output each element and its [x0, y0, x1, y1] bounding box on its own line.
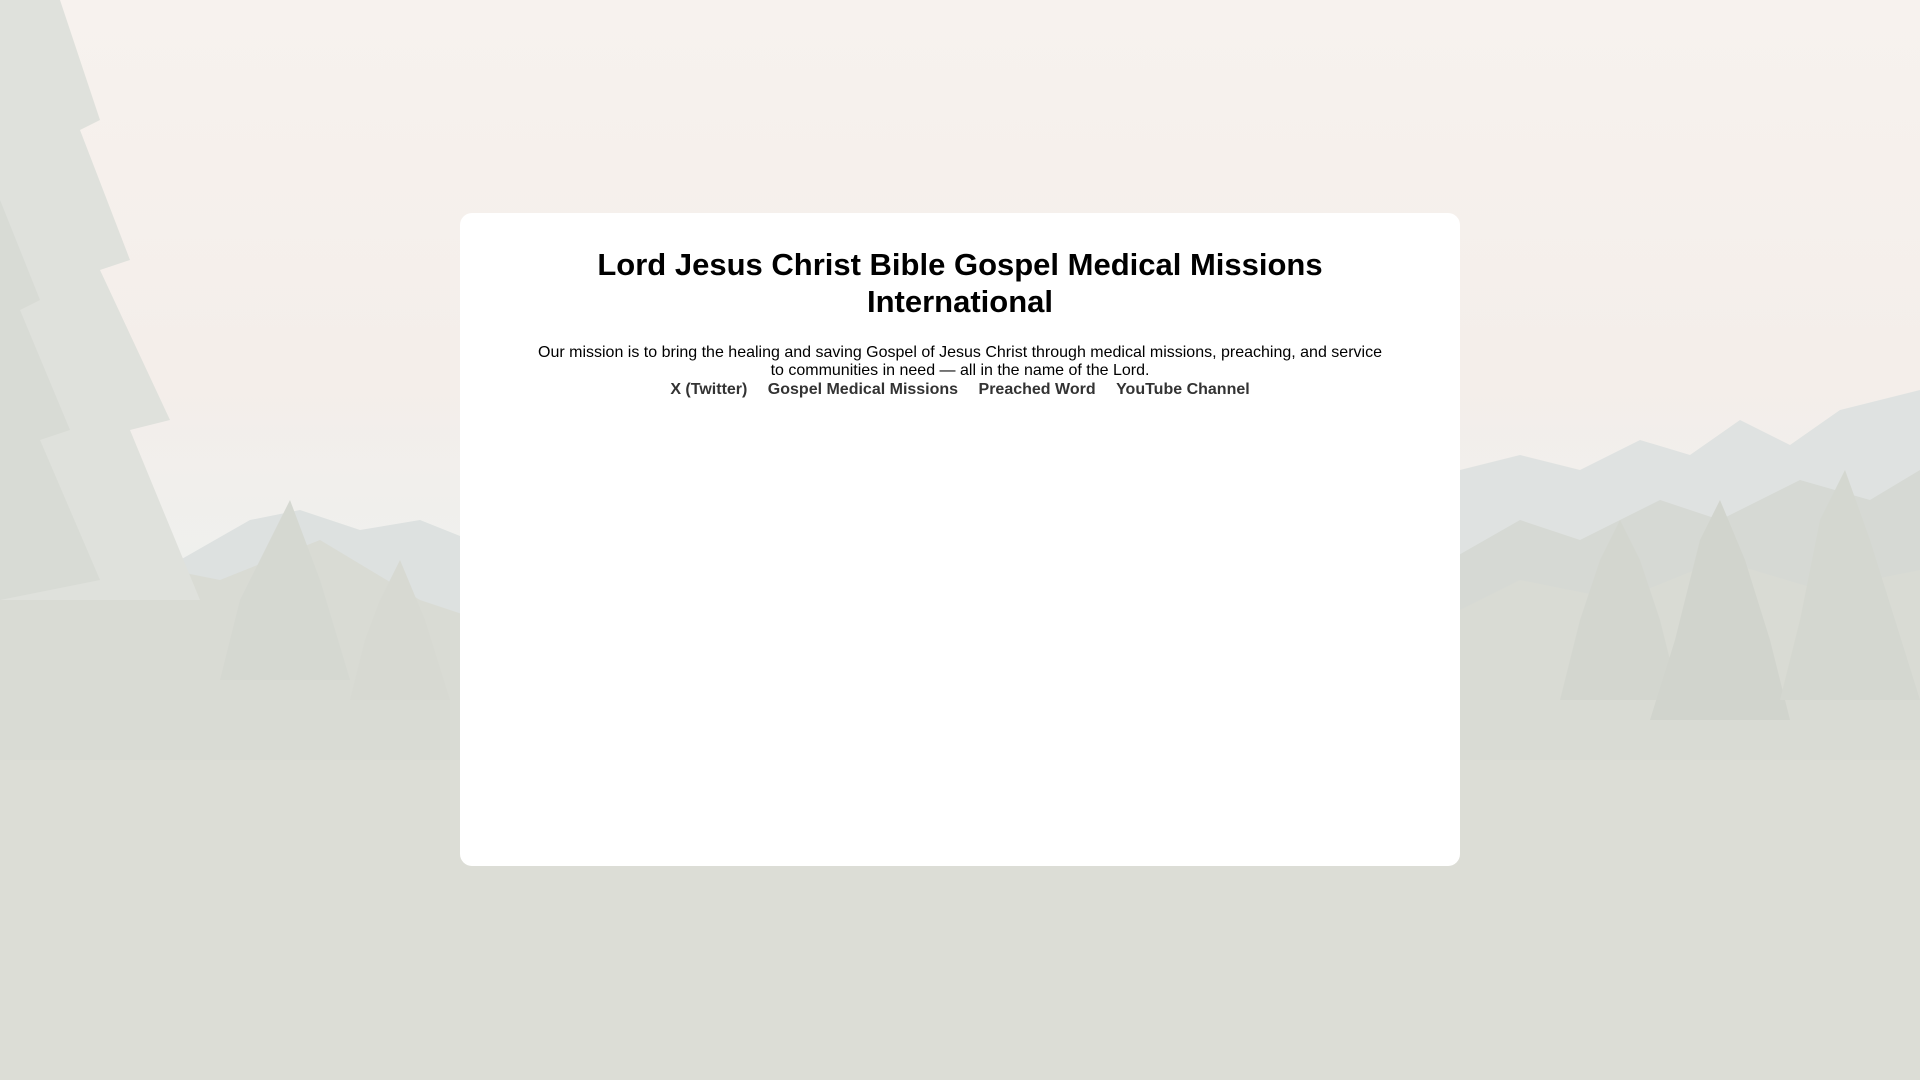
content-card: Lord Jesus Christ Bible Gospel Medical M…: [460, 213, 1460, 866]
page: Lord Jesus Christ Bible Gospel Medical M…: [0, 0, 1920, 1080]
page-title: Lord Jesus Christ Bible Gospel Medical M…: [597, 247, 1323, 319]
mission-statement: Our mission is to bring the healing and …: [538, 344, 1382, 379]
youtube-channel-link[interactable]: YouTube Channel: [1116, 381, 1250, 398]
gospel-medical-missions-link[interactable]: Gospel Medical Missions: [768, 381, 958, 398]
preached-word-link[interactable]: Preached Word: [979, 381, 1096, 398]
x-twitter-link[interactable]: X (Twitter): [670, 381, 747, 398]
social-links: X (Twitter) Gospel Medical Missions Prea…: [530, 381, 1390, 399]
